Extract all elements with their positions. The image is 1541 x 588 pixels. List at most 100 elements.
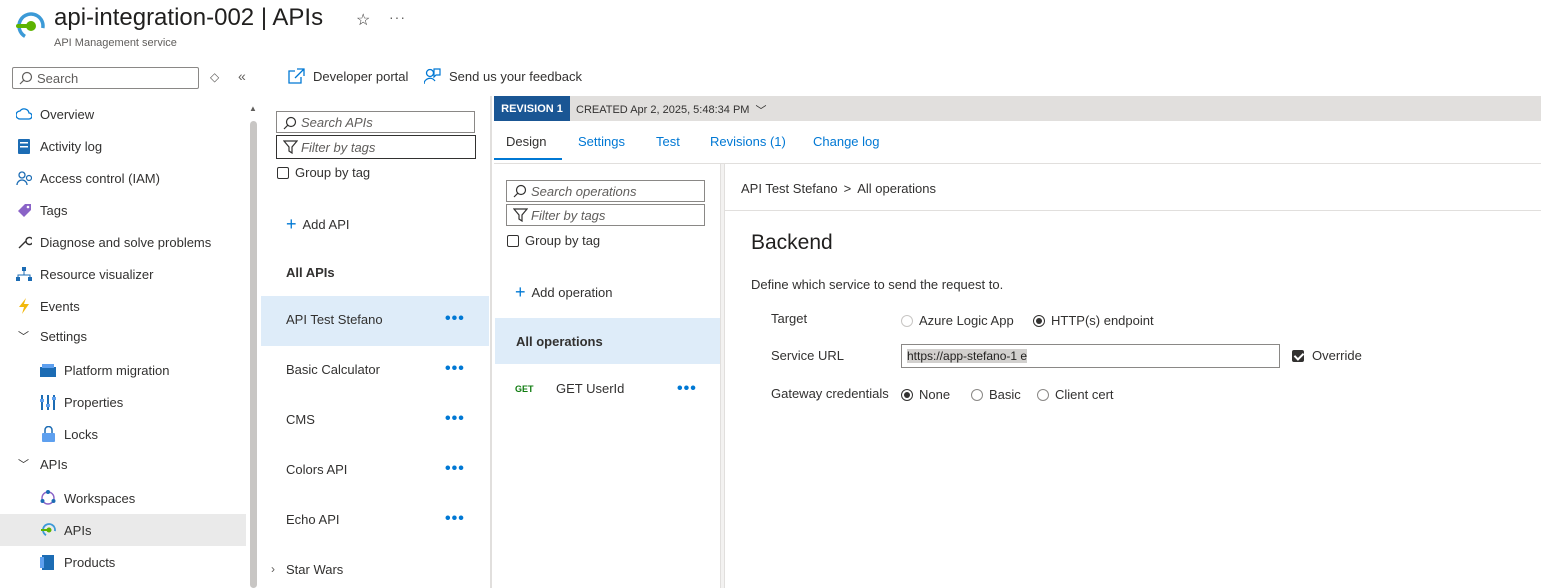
gateway-basic-radio[interactable]: Basic	[971, 387, 1021, 402]
api-list-item-cms[interactable]: CMS •••	[261, 396, 489, 446]
radio-label: Client cert	[1055, 387, 1114, 402]
api-more-options-icon[interactable]: •••	[445, 460, 465, 478]
radio-circle[interactable]	[901, 388, 913, 401]
nav-search-input[interactable]: Search	[12, 67, 199, 89]
api-list-item-api-test-stefano[interactable]: API Test Stefano •••	[261, 296, 489, 346]
group-by-tag-label: Group by tag	[525, 233, 601, 248]
sidebar-item-workspaces[interactable]: Workspaces	[0, 482, 246, 514]
properties-icon	[40, 394, 56, 410]
api-list-item-colors-api[interactable]: Colors API •••	[261, 446, 489, 496]
add-operation-button[interactable]: + Add operation	[515, 283, 613, 301]
radio-circle[interactable]	[1033, 314, 1045, 327]
sidebar-item-locks[interactable]: Locks	[0, 418, 246, 450]
developer-portal-button[interactable]: Developer portal	[288, 68, 408, 84]
api-name: Colors API	[286, 462, 348, 477]
sidebar-group-settings[interactable]: ﹀ Settings	[0, 320, 246, 352]
bolt-icon	[16, 298, 32, 314]
panel-splitter[interactable]	[720, 164, 725, 588]
filter-operations-placeholder: Filter by tags	[531, 208, 606, 223]
sidebar-item-activity-log[interactable]: Activity log	[0, 130, 246, 162]
sidebar-item-diagnose[interactable]: Diagnose and solve problems	[0, 226, 246, 258]
radio-label: HTTP(s) endpoint	[1051, 313, 1154, 328]
add-api-button[interactable]: + Add API	[286, 214, 350, 234]
sidebar-item-iam[interactable]: Access control (IAM)	[0, 162, 246, 194]
sidebar-item-events[interactable]: Events	[0, 290, 246, 322]
active-tab-indicator	[494, 158, 562, 160]
send-feedback-button[interactable]: Send us your feedback	[424, 68, 582, 85]
sidebar-scrollbar[interactable]	[250, 121, 257, 588]
filter-icon	[513, 208, 528, 222]
operation-name: GET UserId	[556, 381, 625, 396]
group-operations-by-tag-checkbox[interactable]: Group by tag	[507, 233, 600, 248]
star-icon[interactable]: ☆	[356, 10, 370, 30]
more-options-icon[interactable]: ···	[389, 9, 406, 25]
filter-apis-by-tags-input[interactable]: Filter by tags	[276, 135, 476, 159]
api-more-options-icon[interactable]: •••	[445, 410, 465, 428]
api-name: API Test Stefano	[286, 312, 383, 327]
override-checkbox[interactable]: Override	[1292, 348, 1362, 363]
api-more-options-icon[interactable]: •••	[445, 360, 465, 378]
collapse-sidebar-icon[interactable]: «	[238, 68, 246, 84]
api-list-item-echo-api[interactable]: Echo API •••	[261, 496, 489, 546]
plus-icon: +	[286, 214, 297, 234]
search-operations-input[interactable]: Search operations	[506, 180, 705, 202]
breadcrumb-api[interactable]: API Test Stefano	[741, 181, 838, 196]
column-divider	[490, 96, 492, 588]
chevron-right-icon[interactable]: ›	[271, 562, 275, 576]
radio-circle[interactable]	[1037, 388, 1049, 401]
api-name: CMS	[286, 412, 315, 427]
operation-more-options-icon[interactable]: •••	[677, 380, 697, 398]
breadcrumb-divider	[725, 210, 1541, 211]
operation-list-item[interactable]: GET GET UserId •••	[495, 370, 720, 410]
search-icon	[513, 184, 527, 198]
revision-created-dropdown[interactable]: CREATED Apr 2, 2025, 5:48:34 PM ﹀	[576, 102, 766, 118]
checkbox-box[interactable]	[277, 166, 289, 179]
sidebar-item-label: Platform migration	[64, 362, 170, 378]
radio-label: Azure Logic App	[919, 313, 1014, 328]
api-list-item-star-wars[interactable]: › Star Wars	[261, 546, 489, 588]
sidebar-group-label: Settings	[40, 328, 87, 344]
expand-collapse-icon[interactable]: ◇	[210, 70, 219, 84]
sidebar-item-properties[interactable]: Properties	[0, 386, 246, 418]
tab-design[interactable]: Design	[506, 134, 546, 149]
radio-circle[interactable]	[901, 314, 913, 327]
gateway-client-cert-radio[interactable]: Client cert	[1037, 387, 1114, 402]
sidebar-item-products[interactable]: Products	[0, 546, 246, 578]
sidebar-group-label: APIs	[40, 456, 68, 472]
workspaces-icon	[40, 490, 56, 506]
api-more-options-icon[interactable]: •••	[445, 510, 465, 528]
tab-change-log[interactable]: Change log	[813, 134, 880, 149]
external-link-icon	[288, 68, 305, 84]
scroll-up-icon[interactable]: ▲	[249, 104, 257, 113]
api-name: Echo API	[286, 512, 340, 527]
sidebar-item-overview[interactable]: Overview	[0, 98, 246, 130]
radio-circle[interactable]	[971, 388, 983, 401]
tab-test[interactable]: Test	[656, 134, 680, 149]
gateway-none-radio[interactable]: None	[901, 387, 950, 402]
add-operation-label: Add operation	[531, 284, 613, 300]
tab-revisions[interactable]: Revisions (1)	[710, 134, 786, 149]
sidebar-item-platform-migration[interactable]: Platform migration	[0, 354, 246, 386]
sidebar-item-label: Overview	[40, 106, 95, 122]
sidebar-item-label: Activity log	[40, 138, 103, 154]
api-more-options-icon[interactable]: •••	[445, 310, 465, 328]
checkbox-box[interactable]	[507, 234, 519, 247]
tab-settings[interactable]: Settings	[578, 134, 625, 149]
target-http-endpoint-radio[interactable]: HTTP(s) endpoint	[1033, 313, 1154, 328]
group-apis-by-tag-checkbox[interactable]: Group by tag	[277, 165, 370, 180]
chevron-down-icon: ﹀	[18, 459, 29, 471]
service-url-input[interactable]: https://app-stefano-1 entralus-01.azurew…	[901, 344, 1280, 368]
checkbox-box[interactable]	[1292, 349, 1304, 362]
filter-operations-by-tags-input[interactable]: Filter by tags	[506, 204, 705, 226]
api-list-item-basic-calculator[interactable]: Basic Calculator •••	[261, 346, 489, 396]
group-by-tag-label: Group by tag	[295, 165, 371, 180]
sidebar-group-apis[interactable]: ﹀ APIs	[0, 448, 246, 480]
all-operations-item[interactable]: All operations	[495, 318, 720, 364]
target-azure-logic-app-radio[interactable]: Azure Logic App	[901, 313, 1014, 328]
search-apis-input[interactable]: Search APIs	[276, 111, 475, 133]
sidebar-item-resource-visualizer[interactable]: Resource visualizer	[0, 258, 246, 290]
sidebar-item-tags[interactable]: Tags	[0, 194, 246, 226]
resource-name: api-integration-002	[54, 4, 255, 31]
sidebar-item-label: Diagnose and solve problems	[40, 234, 212, 250]
sidebar-item-apis[interactable]: APIs	[0, 514, 246, 546]
